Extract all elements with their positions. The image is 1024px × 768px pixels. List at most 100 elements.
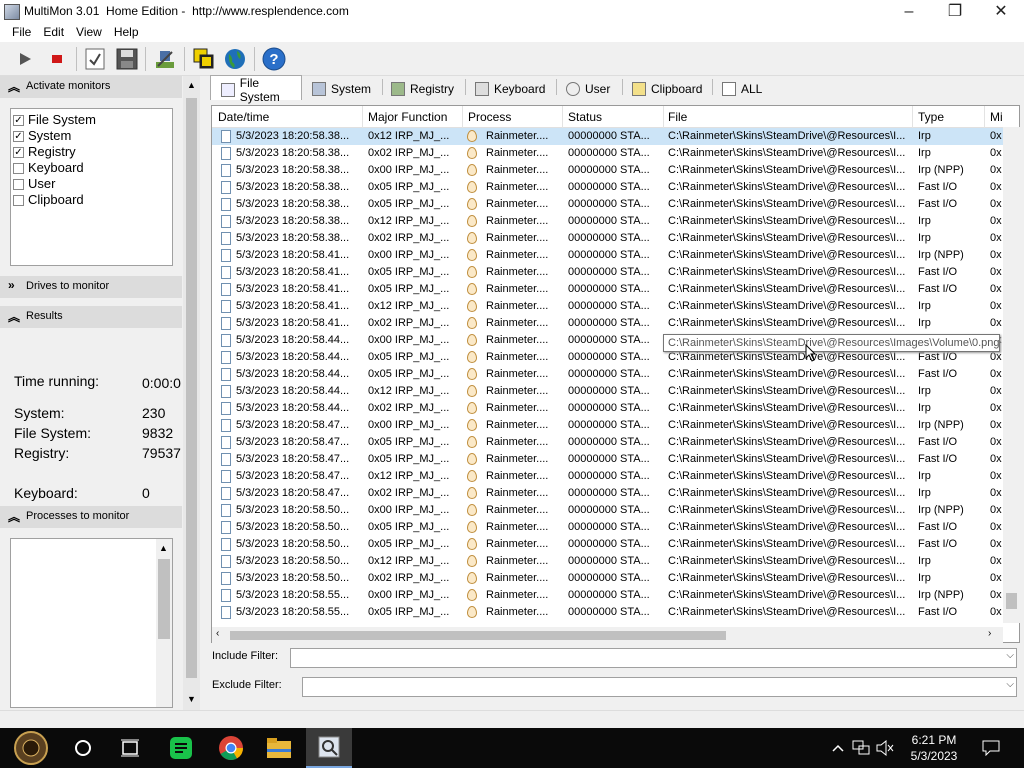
table-row[interactable]: 5/3/2023 18:20:58.50... 0x05 IRP_MJ_... Ra…: [212, 519, 1004, 536]
scroll-up-icon[interactable]: ▲: [187, 80, 196, 90]
column-header-datetime[interactable]: Date/time: [218, 110, 269, 124]
left-panel-scrollbar[interactable]: ▲ ▼: [183, 76, 200, 710]
table-row[interactable]: 5/3/2023 18:20:58.44... 0x02 IRP_MJ_... Ra…: [212, 400, 1004, 417]
tab-clipboard[interactable]: Clipboard: [632, 75, 702, 98]
column-header-process[interactable]: Process: [468, 110, 511, 124]
table-row[interactable]: 5/3/2023 18:20:58.47... 0x00 IRP_MJ_... Ra…: [212, 417, 1004, 434]
event-grid[interactable]: Date/time Major Function Process Status …: [211, 105, 1020, 643]
notes-app-icon[interactable]: [158, 728, 204, 768]
checkbox-unchecked[interactable]: [13, 163, 24, 174]
monitor-keyboard[interactable]: Keyboard: [11, 160, 172, 176]
tab-file-system[interactable]: File System: [210, 75, 302, 104]
chrome-icon[interactable]: [208, 728, 254, 768]
results-header[interactable]: ︽ Results: [0, 306, 182, 328]
menu-view[interactable]: View: [70, 24, 108, 39]
multimon-taskbar-button[interactable]: [306, 728, 352, 768]
clock[interactable]: 6:21 PM 5/3/2023: [896, 732, 972, 764]
monitor-registry[interactable]: ✓ Registry: [11, 144, 172, 160]
tab-user[interactable]: User: [566, 75, 610, 98]
help-icon[interactable]: ?: [261, 46, 287, 72]
table-row[interactable]: 5/3/2023 18:20:58.55... 0x05 IRP_MJ_... Ra…: [212, 604, 1004, 621]
column-header-minor[interactable]: Mi: [990, 110, 1003, 124]
chevron-down-icon[interactable]: ⌵: [1006, 650, 1014, 661]
volume-muted-icon[interactable]: [874, 728, 896, 768]
include-filter-input[interactable]: ⌵: [290, 648, 1017, 668]
play-icon[interactable]: [12, 46, 38, 72]
grid-horizontal-scrollbar[interactable]: ‹ ›: [212, 627, 1003, 643]
maximize-button[interactable]: ❐: [932, 0, 978, 24]
tab-keyboard[interactable]: Keyboard: [475, 75, 545, 98]
table-row[interactable]: 5/3/2023 18:20:58.50... 0x05 IRP_MJ_... Ra…: [212, 536, 1004, 553]
scroll-right-icon[interactable]: ›: [988, 628, 991, 639]
table-row[interactable]: 5/3/2023 18:20:58.47... 0x02 IRP_MJ_... Ra…: [212, 485, 1004, 502]
stop-icon[interactable]: [44, 46, 70, 72]
windows-icon[interactable]: [191, 46, 217, 72]
checklist-icon[interactable]: [82, 46, 108, 72]
scrollbar-thumb[interactable]: [186, 98, 197, 678]
task-view-icon[interactable]: [108, 728, 152, 768]
start-button[interactable]: [8, 728, 54, 768]
table-row[interactable]: 5/3/2023 18:20:58.38... 0x00 IRP_MJ_... Ra…: [212, 162, 1004, 179]
table-row[interactable]: 5/3/2023 18:20:58.41... 0x00 IRP_MJ_... Ra…: [212, 247, 1004, 264]
table-row[interactable]: 5/3/2023 18:20:58.41... 0x02 IRP_MJ_... Ra…: [212, 315, 1004, 332]
table-row[interactable]: 5/3/2023 18:20:58.44... 0x12 IRP_MJ_... Ra…: [212, 383, 1004, 400]
table-row[interactable]: 5/3/2023 18:20:58.38... 0x05 IRP_MJ_... Ra…: [212, 196, 1004, 213]
close-button[interactable]: ✕: [978, 0, 1024, 24]
table-row[interactable]: 5/3/2023 18:20:58.50... 0x00 IRP_MJ_... Ra…: [212, 502, 1004, 519]
checkbox-checked[interactable]: ✓: [13, 131, 24, 142]
checkbox-unchecked[interactable]: [13, 195, 24, 206]
tab-registry[interactable]: Registry: [391, 75, 454, 98]
search-icon[interactable]: [62, 728, 104, 768]
grid-vertical-scrollbar[interactable]: [1003, 127, 1020, 623]
table-row[interactable]: 5/3/2023 18:20:58.47... 0x05 IRP_MJ_... Ra…: [212, 434, 1004, 451]
column-header-type[interactable]: Type: [918, 110, 944, 124]
save-icon[interactable]: [114, 46, 140, 72]
monitor-file-system[interactable]: ✓ File System: [11, 112, 172, 128]
chevron-down-icon[interactable]: ⌵: [1006, 679, 1014, 690]
table-row[interactable]: 5/3/2023 18:20:58.50... 0x02 IRP_MJ_... Ra…: [212, 570, 1004, 587]
table-row[interactable]: 5/3/2023 18:20:58.55... 0x00 IRP_MJ_... Ra…: [212, 587, 1004, 604]
notification-icon[interactable]: [978, 728, 1004, 768]
table-row[interactable]: 5/3/2023 18:20:58.50... 0x12 IRP_MJ_... Ra…: [212, 553, 1004, 570]
checkbox-unchecked[interactable]: [13, 179, 24, 190]
monitor-clipboard[interactable]: Clipboard: [11, 192, 172, 208]
menu-edit[interactable]: Edit: [37, 24, 70, 39]
checkbox-checked[interactable]: ✓: [13, 115, 24, 126]
activate-monitors-header[interactable]: ︽ Activate monitors: [0, 76, 182, 98]
table-row[interactable]: 5/3/2023 18:20:58.38... 0x05 IRP_MJ_... Ra…: [212, 179, 1004, 196]
network-icon[interactable]: [850, 728, 872, 768]
checkbox-checked[interactable]: ✓: [13, 147, 24, 158]
minimize-button[interactable]: –: [886, 0, 932, 24]
tab-system[interactable]: System: [312, 75, 371, 98]
monitor-system[interactable]: ✓ System: [11, 128, 172, 144]
column-header-status[interactable]: Status: [568, 110, 602, 124]
tools-icon[interactable]: [152, 46, 178, 72]
globe-icon[interactable]: [222, 46, 248, 72]
file-explorer-icon[interactable]: [256, 728, 302, 768]
process-list[interactable]: ▲: [10, 538, 173, 708]
scrollbar-thumb[interactable]: [158, 559, 170, 639]
table-row[interactable]: 5/3/2023 18:20:58.41... 0x12 IRP_MJ_... Ra…: [212, 298, 1004, 315]
menu-help[interactable]: Help: [108, 24, 145, 39]
table-row[interactable]: 5/3/2023 18:20:58.47... 0x05 IRP_MJ_... Ra…: [212, 451, 1004, 468]
table-row[interactable]: 5/3/2023 18:20:58.38... 0x12 IRP_MJ_... Ra…: [212, 128, 1004, 145]
menu-file[interactable]: File: [0, 24, 37, 39]
column-header-major-function[interactable]: Major Function: [368, 110, 447, 124]
scroll-down-icon[interactable]: ▼: [187, 694, 196, 704]
monitor-user[interactable]: User: [11, 176, 172, 192]
table-row[interactable]: 5/3/2023 18:20:58.38... 0x02 IRP_MJ_... Ra…: [212, 145, 1004, 162]
scroll-up-icon[interactable]: ▲: [159, 543, 168, 553]
scroll-left-icon[interactable]: ‹: [216, 628, 219, 639]
chevron-up-icon[interactable]: [828, 728, 848, 768]
table-row[interactable]: 5/3/2023 18:20:58.38... 0x02 IRP_MJ_... Ra…: [212, 230, 1004, 247]
processes-header[interactable]: ︽ Processes to monitor: [0, 506, 182, 528]
column-header-file[interactable]: File: [668, 110, 687, 124]
process-list-scrollbar[interactable]: ▲: [156, 539, 172, 707]
table-row[interactable]: 5/3/2023 18:20:58.41... 0x05 IRP_MJ_... Ra…: [212, 281, 1004, 298]
table-row[interactable]: 5/3/2023 18:20:58.44... 0x05 IRP_MJ_... Ra…: [212, 366, 1004, 383]
scrollbar-thumb[interactable]: [1006, 593, 1017, 609]
drives-header[interactable]: » Drives to monitor: [0, 276, 182, 298]
tab-all[interactable]: ALL: [722, 75, 762, 98]
table-row[interactable]: 5/3/2023 18:20:58.38... 0x12 IRP_MJ_... Ra…: [212, 213, 1004, 230]
table-row[interactable]: 5/3/2023 18:20:58.41... 0x05 IRP_MJ_... Ra…: [212, 264, 1004, 281]
